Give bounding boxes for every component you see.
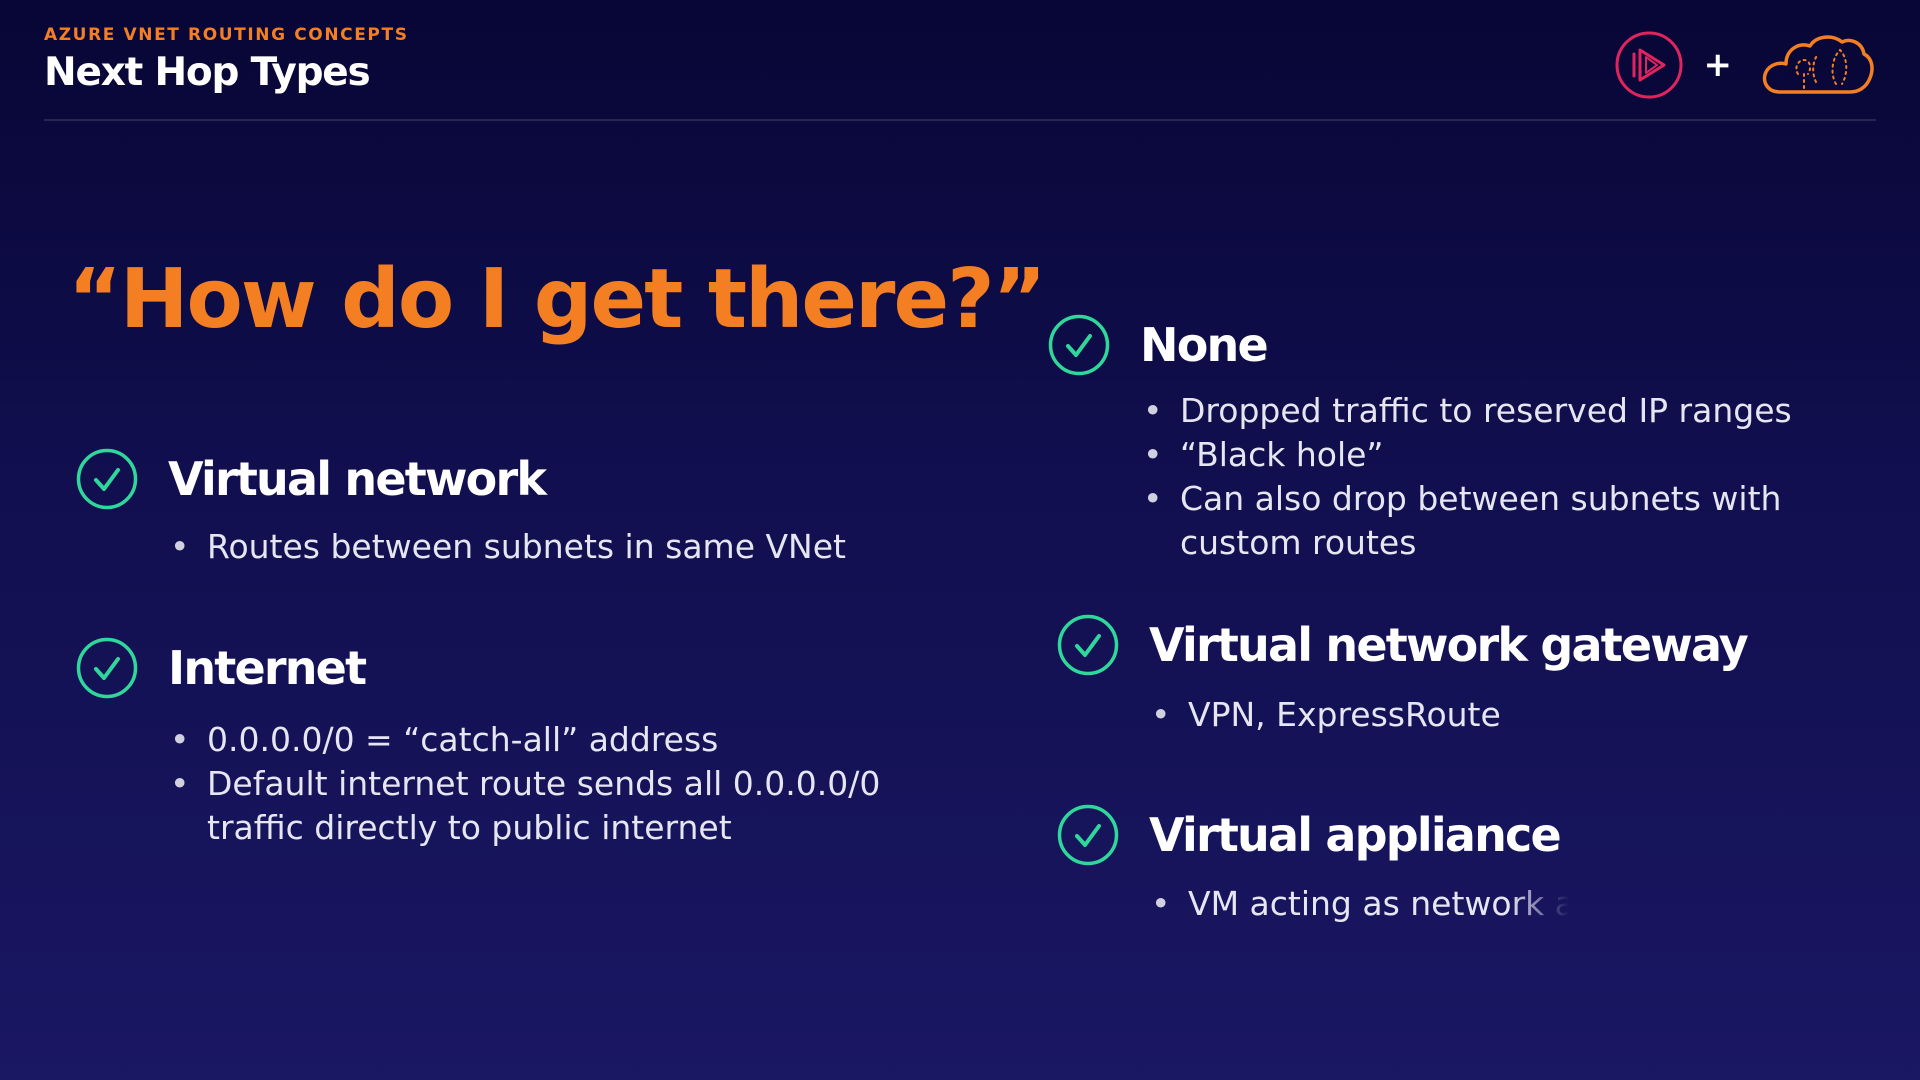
bullet-item: 0.0.0.0/0 = “catch-all” address — [168, 718, 880, 762]
play-circle-logo-icon — [1615, 31, 1682, 99]
item-title: Internet — [168, 641, 367, 695]
slide: AZURE VNET ROUTING CONCEPTS Next Hop Typ… — [0, 0, 1920, 1080]
next-hop-none: None Dropped traffic to reserved IP rang… — [1048, 313, 1792, 565]
item-title: None — [1140, 318, 1269, 372]
bullet-continuation: custom routes — [1180, 523, 1417, 562]
item-heading: None — [1048, 313, 1792, 377]
item-heading: Internet — [76, 636, 880, 700]
bullet-continuation: traffic directly to public internet — [207, 808, 732, 847]
page-title: Next Hop Types — [44, 50, 371, 95]
check-circle-icon — [76, 637, 138, 699]
item-bullets: VM acting as network ap — [1149, 882, 1596, 926]
bullet-item: Routes between subnets in same VNet — [168, 525, 846, 569]
brand-logos: + — [1614, 30, 1877, 100]
slide-headline: “How do I get there?” — [68, 252, 1047, 347]
bullet-item: VPN, ExpressRoute — [1149, 693, 1747, 737]
bullet-item: Can also drop between subnets with — [1141, 477, 1792, 521]
section-eyebrow: AZURE VNET ROUTING CONCEPTS — [44, 25, 409, 45]
plus-sign: + — [1703, 45, 1733, 85]
item-title: Virtual network gateway — [1149, 618, 1749, 672]
check-circle-icon — [76, 448, 138, 510]
next-hop-virtual-network: Virtual network Routes between subnets i… — [76, 447, 846, 569]
next-hop-internet: Internet 0.0.0.0/0 = “catch-all” address… — [76, 636, 880, 850]
cloud-logo-icon — [1762, 35, 1874, 94]
item-bullets: Dropped traffic to reserved IP ranges “B… — [1141, 389, 1792, 565]
header-divider — [44, 119, 1876, 121]
item-heading: Virtual network gateway — [1057, 613, 1749, 677]
next-hop-virtual-network-gateway: Virtual network gateway VPN, ExpressRout… — [1057, 613, 1749, 737]
item-heading: Virtual network — [76, 447, 846, 511]
item-bullets: VPN, ExpressRoute — [1149, 693, 1747, 737]
item-title: Virtual appliance — [1149, 808, 1562, 862]
check-circle-icon — [1048, 314, 1110, 376]
check-circle-icon — [1057, 804, 1119, 866]
item-heading: Virtual appliance — [1057, 803, 1596, 867]
item-bullets: 0.0.0.0/0 = “catch-all” address Default … — [168, 718, 880, 850]
check-circle-icon — [1057, 614, 1119, 676]
item-bullets: Routes between subnets in same VNet — [168, 525, 846, 569]
bullet-item: VM acting as network ap — [1149, 882, 1596, 926]
bullet-item: “Black hole” — [1141, 433, 1792, 477]
bullet-item: Dropped traffic to reserved IP ranges — [1141, 389, 1792, 433]
item-title: Virtual network — [168, 452, 547, 506]
bullet-item: Default internet route sends all 0.0.0.0… — [168, 762, 880, 806]
slide-header: AZURE VNET ROUTING CONCEPTS Next Hop Typ… — [44, 24, 409, 98]
next-hop-virtual-appliance: Virtual appliance VM acting as network a… — [1057, 803, 1596, 926]
